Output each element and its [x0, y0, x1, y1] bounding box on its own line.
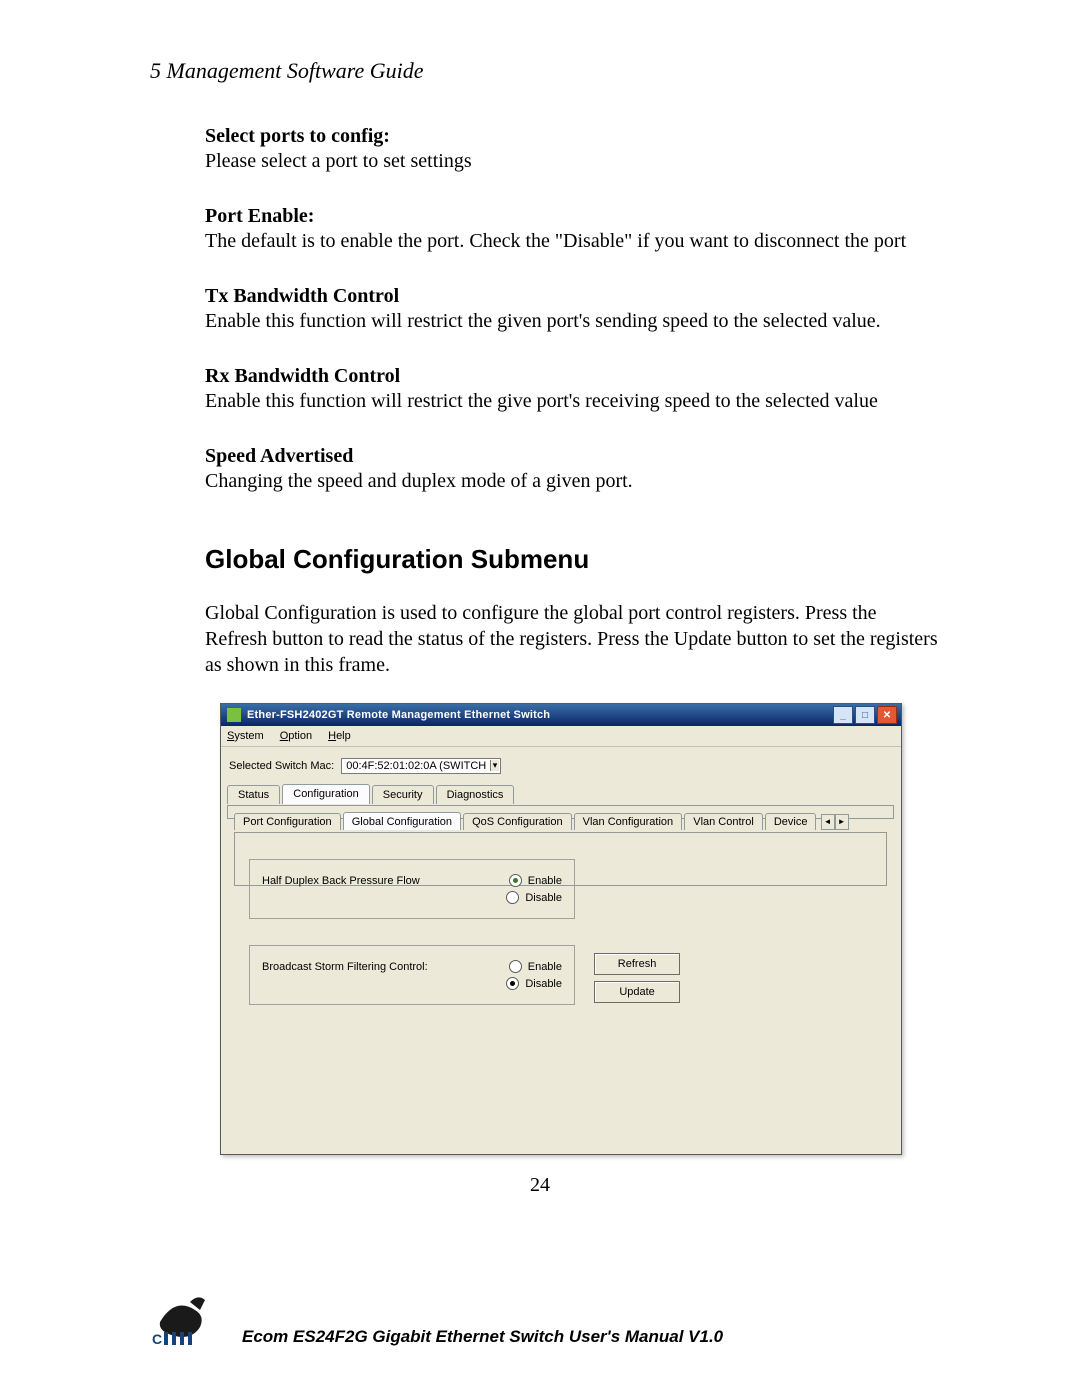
mac-dropdown[interactable]: 00:4F:52:01:02:0A (SWITCH	[341, 758, 501, 774]
subtab-qos-configuration[interactable]: QoS Configuration	[463, 813, 572, 830]
menu-option[interactable]: Option	[280, 730, 312, 742]
update-button[interactable]: Update	[594, 981, 680, 1003]
tab-scroll-left-button[interactable]: ◄	[821, 814, 835, 830]
refresh-button[interactable]: Refresh	[594, 953, 680, 975]
radio-bs-enable-label: Enable	[528, 961, 562, 973]
tab-status[interactable]: Status	[227, 785, 280, 804]
group2-label: Broadcast Storm Filtering Control:	[262, 961, 509, 973]
mac-row: Selected Switch Mac: 00:4F:52:01:02:0A (…	[229, 758, 893, 774]
radio-bs-disable-label: Disable	[525, 978, 562, 990]
subtab-vlan-control[interactable]: Vlan Control	[684, 813, 763, 830]
menu-help[interactable]: Help	[328, 730, 351, 742]
main-tabs: Status Configuration Security Diagnostic…	[227, 784, 895, 806]
text: Please select a port to set settings	[205, 149, 940, 174]
radio-bs-disable[interactable]	[506, 977, 519, 990]
group-broadcast-storm: Broadcast Storm Filtering Control: Enabl…	[249, 945, 575, 1005]
section-tx-bandwidth: Tx Bandwidth Control Enable this functio…	[205, 284, 940, 334]
label: Speed Advertised	[205, 444, 940, 469]
svg-text:C: C	[152, 1331, 162, 1347]
subtab-global-configuration[interactable]: Global Configuration	[343, 812, 461, 830]
chapter-heading: 5 Management Software Guide	[150, 58, 940, 84]
tab-panel-configuration: Port Configuration Global Configuration …	[227, 805, 894, 819]
radio-hd-disable-label: Disable	[525, 892, 562, 904]
section-port-enable: Port Enable: The default is to enable th…	[205, 204, 940, 254]
page-number: 24	[0, 1174, 1080, 1197]
label: Select ports to config:	[205, 124, 940, 149]
section-rx-bandwidth: Rx Bandwidth Control Enable this functio…	[205, 364, 940, 414]
section-speed-advertised: Speed Advertised Changing the speed and …	[205, 444, 940, 494]
menu-bar: System Option Help	[221, 726, 901, 747]
paragraph-global-config: Global Configuration is used to configur…	[205, 600, 940, 678]
section-select-ports: Select ports to config: Please select a …	[205, 124, 940, 174]
label: Tx Bandwidth Control	[205, 284, 940, 309]
radio-hd-enable-label: Enable	[528, 875, 562, 887]
app-window: Ether-FSH2402GT Remote Management Ethern…	[220, 703, 902, 1155]
logo-icon: C	[150, 1292, 220, 1347]
window-title: Ether-FSH2402GT Remote Management Ethern…	[247, 709, 831, 721]
label: Rx Bandwidth Control	[205, 364, 940, 389]
heading-global-config: Global Configuration Submenu	[205, 544, 940, 575]
radio-hd-enable[interactable]	[509, 874, 522, 887]
subtab-port-configuration[interactable]: Port Configuration	[234, 813, 341, 830]
menu-system[interactable]: System	[227, 730, 264, 742]
page-footer: C Ecom ES24F2G Gigabit Ethernet Switch U…	[150, 1292, 940, 1347]
document-page: 5 Management Software Guide Select ports…	[0, 0, 1080, 1397]
close-button[interactable]: ✕	[877, 706, 897, 724]
radio-bs-enable[interactable]	[509, 960, 522, 973]
app-icon	[227, 708, 241, 722]
group-half-duplex: Half Duplex Back Pressure Flow Enable Di…	[249, 859, 575, 919]
text: Changing the speed and duplex mode of a …	[205, 469, 940, 494]
titlebar: Ether-FSH2402GT Remote Management Ethern…	[221, 704, 901, 726]
button-column: Refresh Update	[594, 953, 680, 1009]
subtab-device[interactable]: Device	[765, 813, 817, 830]
subtab-vlan-configuration[interactable]: Vlan Configuration	[574, 813, 683, 830]
tab-scroll-right-button[interactable]: ►	[835, 814, 849, 830]
sub-tabs: Port Configuration Global Configuration …	[234, 812, 887, 834]
tab-configuration[interactable]: Configuration	[282, 784, 369, 804]
window-body: Selected Switch Mac: 00:4F:52:01:02:0A (…	[227, 754, 895, 1148]
minimize-button[interactable]: _	[833, 706, 853, 724]
text: Enable this function will restrict the g…	[205, 389, 940, 414]
subpanel-global-configuration: Half Duplex Back Pressure Flow Enable Di…	[234, 832, 887, 886]
maximize-button[interactable]: □	[855, 706, 875, 724]
tab-security[interactable]: Security	[372, 785, 434, 804]
mac-label: Selected Switch Mac:	[229, 760, 334, 772]
radio-hd-disable[interactable]	[506, 891, 519, 904]
text: The default is to enable the port. Check…	[205, 229, 940, 254]
group1-label: Half Duplex Back Pressure Flow	[262, 875, 509, 887]
footer-text: Ecom ES24F2G Gigabit Ethernet Switch Use…	[242, 1327, 723, 1347]
label: Port Enable:	[205, 204, 940, 229]
text: Enable this function will restrict the g…	[205, 309, 940, 334]
tab-diagnostics[interactable]: Diagnostics	[436, 785, 515, 804]
